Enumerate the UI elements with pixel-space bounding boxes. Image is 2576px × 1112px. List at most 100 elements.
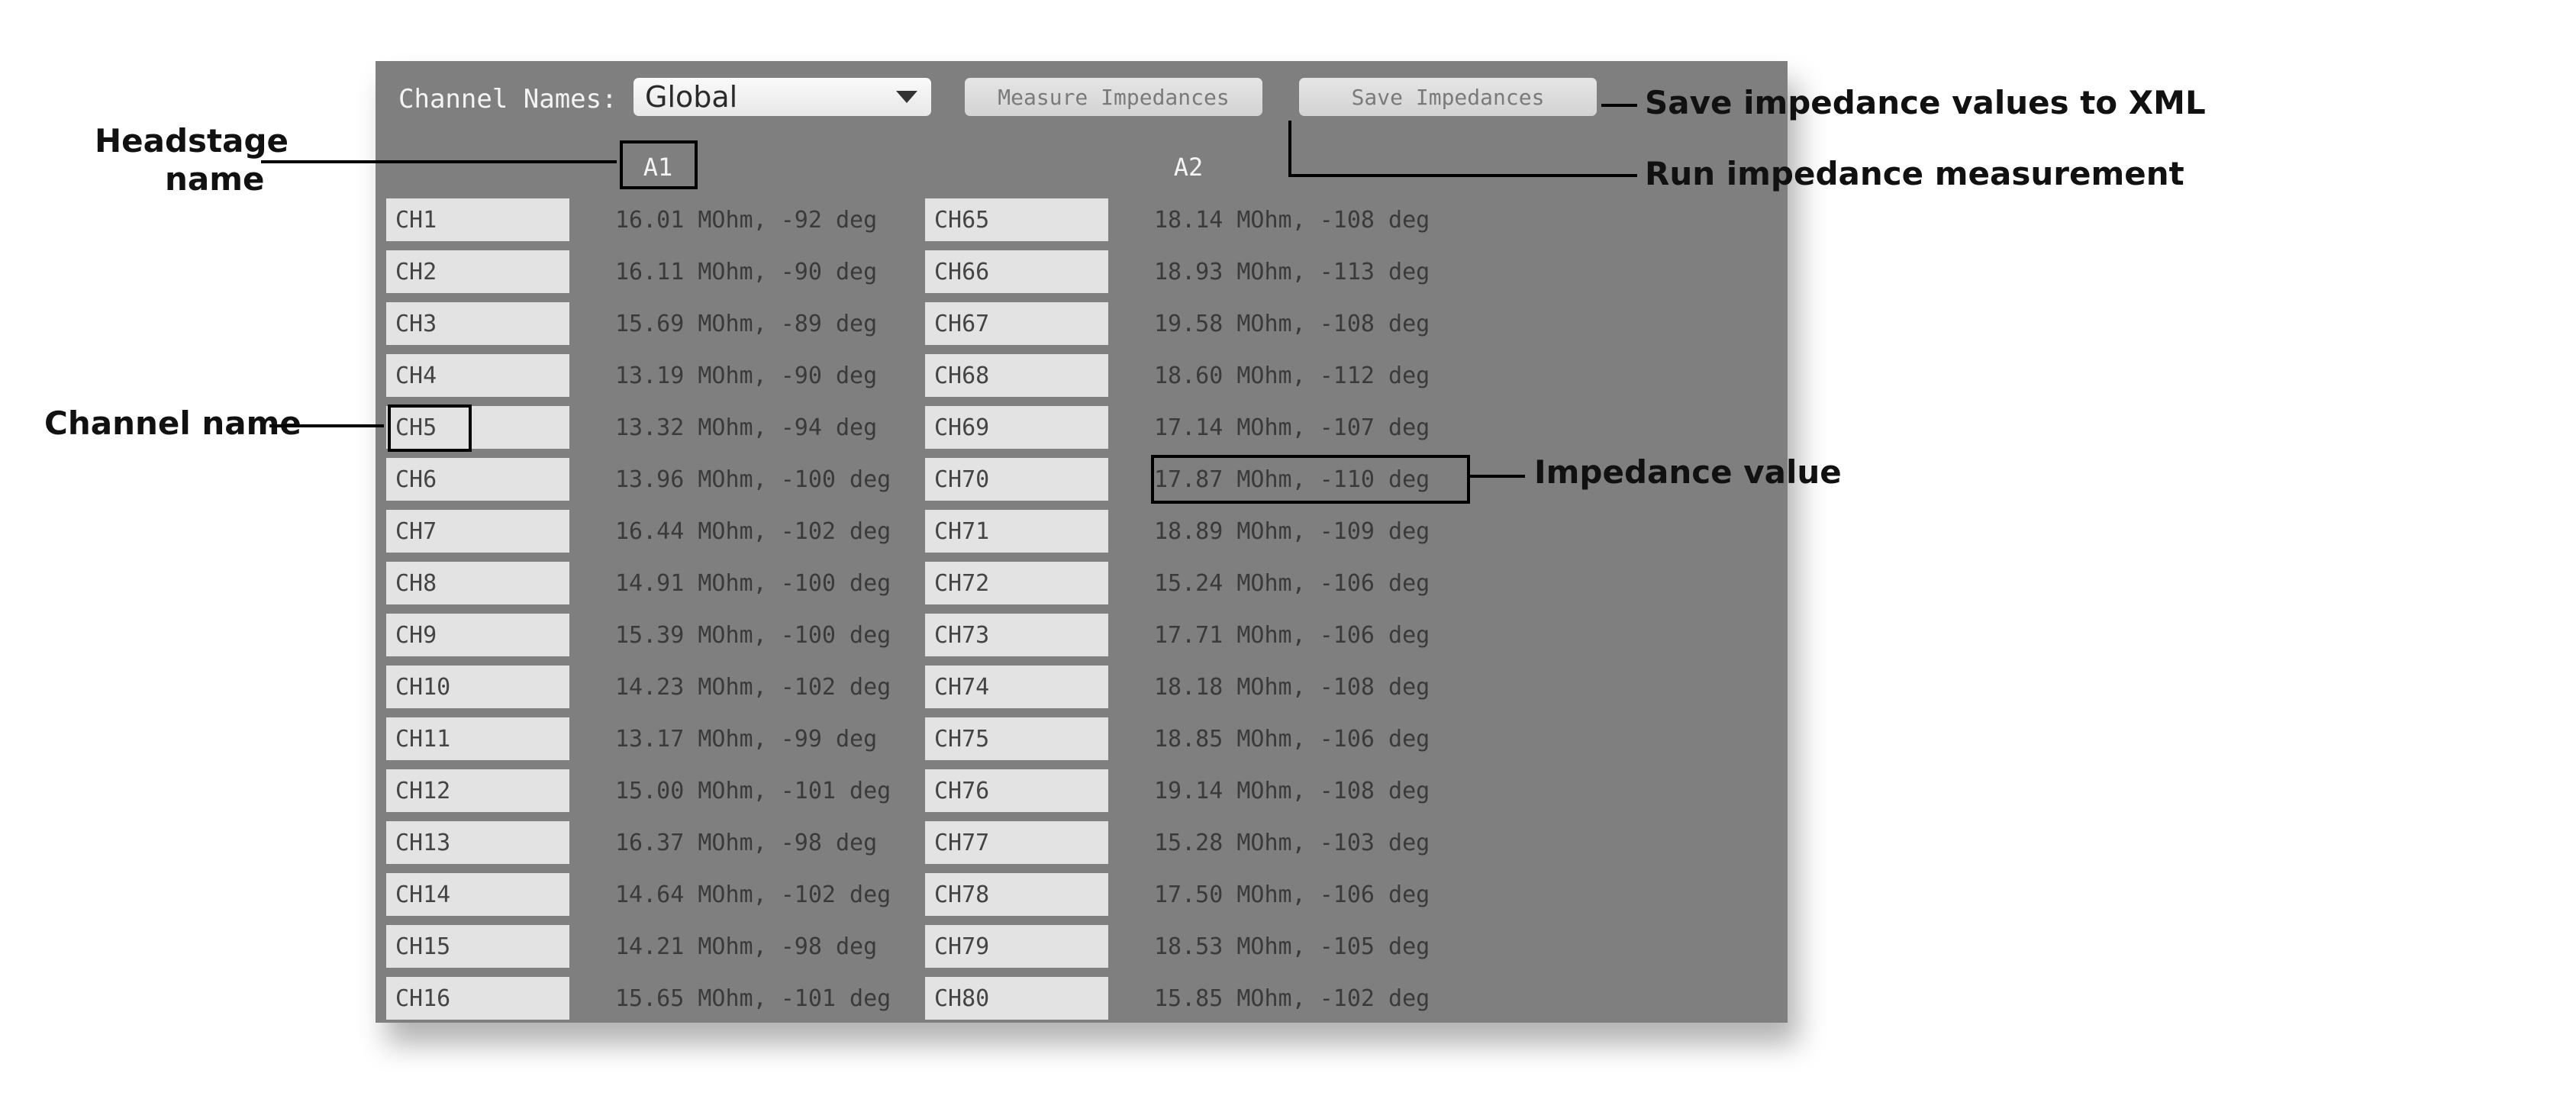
- channel-names-label: Channel Names:: [398, 84, 617, 114]
- channel-name-cell[interactable]: CH72: [925, 562, 1108, 604]
- channel-name-cell[interactable]: CH67: [925, 302, 1108, 345]
- table-row: CH15 14.21 MOhm, -98 deg: [386, 925, 920, 972]
- channel-name-cell[interactable]: CH80: [925, 977, 1108, 1020]
- channel-name-cell[interactable]: CH77: [925, 821, 1108, 864]
- impedance-value-cell: 16.11 MOhm, -90 deg: [615, 250, 877, 293]
- channel-name-cell[interactable]: CH15: [386, 925, 569, 968]
- channel-name-cell[interactable]: CH16: [386, 977, 569, 1020]
- channel-name-cell[interactable]: CH8: [386, 562, 569, 604]
- table-row: CH73 17.71 MOhm, -106 deg: [925, 614, 1459, 661]
- channel-name-cell[interactable]: CH78: [925, 873, 1108, 916]
- table-row: CH70 17.87 MOhm, -110 deg: [925, 458, 1459, 505]
- impedance-value-cell: 15.24 MOhm, -106 deg: [1154, 562, 1430, 604]
- impedance-value-cell: 17.14 MOhm, -107 deg: [1154, 406, 1430, 449]
- impedance-value-cell: 18.93 MOhm, -113 deg: [1154, 250, 1430, 293]
- impedance-value-cell: 18.85 MOhm, -106 deg: [1154, 717, 1430, 760]
- anno-save-desc: Save impedance values to XML: [1645, 84, 2206, 121]
- table-row: CH7715.28 MOhm, -103 deg: [925, 821, 1459, 869]
- impedance-value-cell: 16.01 MOhm, -92 deg: [615, 198, 877, 241]
- channel-name-cell[interactable]: CH3: [386, 302, 569, 345]
- impedance-value-cell: 18.53 MOhm, -105 deg: [1154, 925, 1430, 968]
- connector-channel-name: [269, 424, 384, 427]
- anno-headstage-name-l2: name: [165, 160, 265, 198]
- impedance-value-cell: 13.19 MOhm, -90 deg: [615, 354, 877, 397]
- channel-name-cell[interactable]: CH7: [386, 510, 569, 553]
- impedance-value-cell: 18.14 MOhm, -108 deg: [1154, 198, 1430, 241]
- impedance-value-cell: 19.58 MOhm, -108 deg: [1154, 302, 1430, 345]
- impedance-value-cell: 17.87 MOhm, -110 deg: [1154, 458, 1430, 501]
- impedance-value-cell: 15.39 MOhm, -100 deg: [615, 614, 891, 656]
- channel-name-cell[interactable]: CH1: [386, 198, 569, 241]
- table-row: CH14 14.64 MOhm, -102 deg: [386, 873, 920, 920]
- connector-save-desc: [1601, 104, 1637, 107]
- table-row: CH76 19.14 MOhm, -108 deg: [925, 769, 1459, 817]
- impedance-value-cell: 16.37 MOhm, -98 deg: [615, 821, 877, 864]
- impedance-value-cell: 14.23 MOhm, -102 deg: [615, 666, 891, 708]
- column-a1: CH1 16.01 MOhm, -92 deg CH2 16.11 MOhm, -90…: [386, 198, 920, 1023]
- headstage-a2-header: A2: [1165, 153, 1211, 182]
- channel-name-cell[interactable]: CH79: [925, 925, 1108, 968]
- channel-names-select[interactable]: Global: [634, 78, 931, 116]
- impedance-value-cell: 16.44 MOhm, -102 deg: [615, 510, 891, 553]
- impedance-value-cell: 18.89 MOhm, -109 deg: [1154, 510, 1430, 553]
- table-row: CH74 18.18 MOhm, -108 deg: [925, 666, 1459, 713]
- table-row: CH10 14.23 MOhm, -102 deg: [386, 666, 920, 713]
- channel-name-cell[interactable]: CH11: [386, 717, 569, 760]
- channel-name-cell[interactable]: CH69: [925, 406, 1108, 449]
- impedance-value-cell: 18.60 MOhm, -112 deg: [1154, 354, 1430, 397]
- chevron-down-icon: [896, 91, 917, 103]
- table-row: CH72 15.24 MOhm, -106 deg: [925, 562, 1459, 609]
- impedance-value-cell: 13.96 MOhm, -100 deg: [615, 458, 891, 501]
- anno-run-desc: Run impedance measurement: [1645, 155, 2184, 192]
- table-row: CH79 18.53 MOhm, -105 deg: [925, 925, 1459, 972]
- channel-name-cell[interactable]: CH14: [386, 873, 569, 916]
- connector-run-desc-v: [1288, 121, 1291, 177]
- anno-impedance-value: Impedance value: [1534, 453, 1842, 491]
- channel-name-cell[interactable]: CH9: [386, 614, 569, 656]
- channel-name-cell[interactable]: CH74: [925, 666, 1108, 708]
- channel-name-cell[interactable]: CH2: [386, 250, 569, 293]
- channel-name-cell[interactable]: CH12: [386, 769, 569, 812]
- table-row: CH78 17.50 MOhm, -106 deg: [925, 873, 1459, 920]
- channel-name-cell[interactable]: CH5: [386, 406, 569, 449]
- table-row: CH69 17.14 MOhm, -107 deg: [925, 406, 1459, 453]
- table-row: CH4 13.19 MOhm, -90 deg: [386, 354, 920, 401]
- channel-name-cell[interactable]: CH71: [925, 510, 1108, 553]
- table-row: CH6 13.96 MOhm, -100 deg: [386, 458, 920, 505]
- table-row: CH1113.17 MOhm, -99 deg: [386, 717, 920, 765]
- channel-name-cell[interactable]: CH4: [386, 354, 569, 397]
- table-row: CH13 16.37 MOhm, -98 deg: [386, 821, 920, 869]
- impedance-value-cell: 15.00 MOhm, -101 deg: [615, 769, 891, 812]
- impedance-value-cell: 15.69 MOhm, -89 deg: [615, 302, 877, 345]
- table-row: CH2 16.11 MOhm, -90 deg: [386, 250, 920, 298]
- column-a2: CH65 18.14 MOhm, -108 deg CH66 18.93 MOhm, …: [925, 198, 1459, 1023]
- channel-name-cell[interactable]: CH66: [925, 250, 1108, 293]
- table-row: CH65 18.14 MOhm, -108 deg: [925, 198, 1459, 246]
- channel-name-cell[interactable]: CH73: [925, 614, 1108, 656]
- table-row: CH7 16.44 MOhm, -102 deg: [386, 510, 920, 557]
- measure-impedances-button[interactable]: Measure Impedances: [965, 78, 1262, 116]
- save-impedances-button[interactable]: Save Impedances: [1299, 78, 1597, 116]
- anno-channel-name: Channel name: [44, 405, 301, 442]
- channel-name-cell[interactable]: CH70: [925, 458, 1108, 501]
- impedance-value-cell: 19.14 MOhm, -108 deg: [1154, 769, 1430, 812]
- table-row: CH9 15.39 MOhm, -100 deg: [386, 614, 920, 661]
- impedance-value-cell: 14.21 MOhm, -98 deg: [615, 925, 877, 968]
- channel-name-cell[interactable]: CH76: [925, 769, 1108, 812]
- impedance-value-cell: 15.85 MOhm, -102 deg: [1154, 977, 1430, 1020]
- impedance-value-cell: 14.91 MOhm, -100 deg: [615, 562, 891, 604]
- table-row: CH67 19.58 MOhm, -108 deg: [925, 302, 1459, 350]
- channel-name-cell[interactable]: CH65: [925, 198, 1108, 241]
- connector-impedance-value: [1470, 475, 1525, 478]
- channel-name-cell[interactable]: CH13: [386, 821, 569, 864]
- channel-name-cell[interactable]: CH6: [386, 458, 569, 501]
- channel-name-cell[interactable]: CH75: [925, 717, 1108, 760]
- impedance-value-cell: 18.18 MOhm, -108 deg: [1154, 666, 1430, 708]
- channel-name-cell[interactable]: CH10: [386, 666, 569, 708]
- channel-names-select-value: Global: [645, 80, 737, 114]
- impedance-value-cell: 14.64 MOhm, -102 deg: [615, 873, 891, 916]
- channel-name-cell[interactable]: CH68: [925, 354, 1108, 397]
- impedance-value-cell: 17.71 MOhm, -106 deg: [1154, 614, 1430, 656]
- table-row: CH1615.65 MOhm, -101 deg: [386, 977, 920, 1023]
- impedance-value-cell: 17.50 MOhm, -106 deg: [1154, 873, 1430, 916]
